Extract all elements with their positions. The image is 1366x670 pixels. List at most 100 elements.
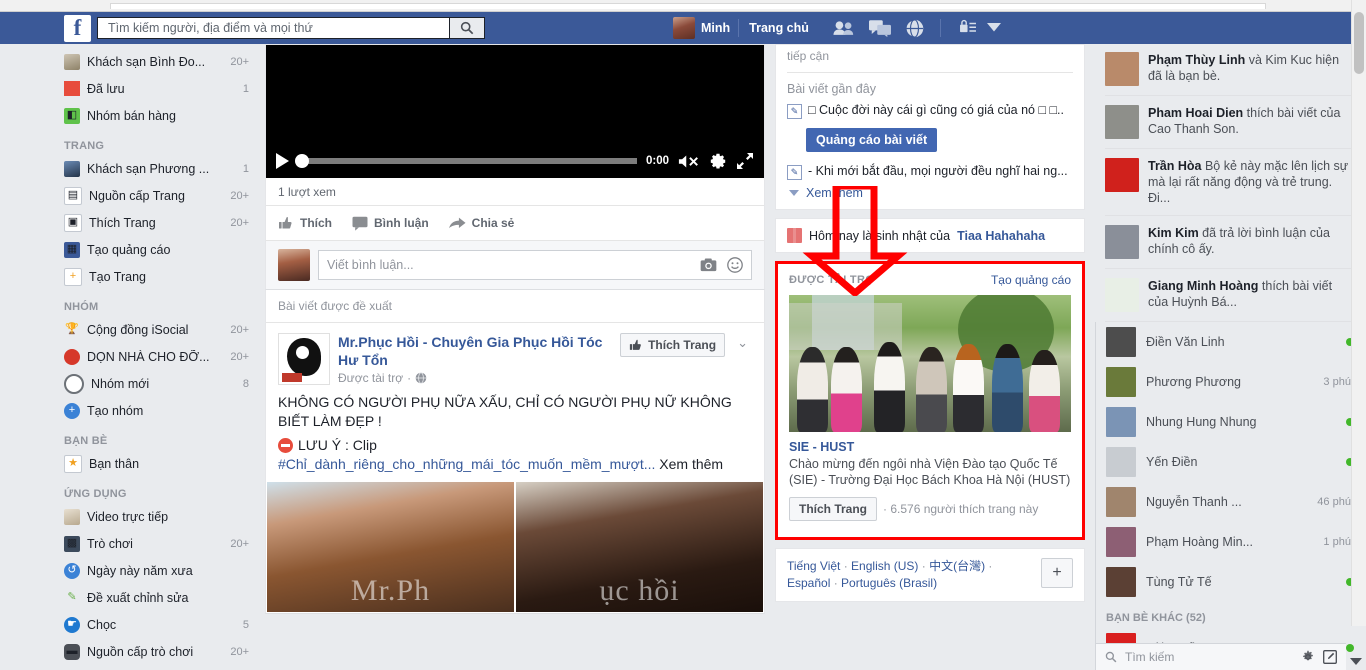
sidebar-item[interactable]: Video trực tiếp (0, 503, 265, 530)
search-input[interactable] (106, 20, 441, 36)
recent-post-item[interactable]: ✎ - Khi mới bắt đầu, mọi người đều nghĩ … (787, 163, 1073, 180)
sidebar-item[interactable]: 🏆 Cộng đồng iSocial 20+ (0, 316, 265, 343)
ticker-item[interactable]: Phạm Thùy Linh và Kim Kuc hiện đã là bạn… (1105, 44, 1352, 96)
language-link[interactable]: English (US) (851, 559, 918, 573)
language-link[interactable]: Português (Brasil) (841, 576, 937, 590)
photo-watermark: ục hồi (599, 574, 680, 607)
see-more-button[interactable]: Xem thêm (787, 186, 1073, 200)
image-person (873, 341, 905, 432)
chat-friend-item[interactable]: Phương Phương 3 phút (1096, 362, 1366, 402)
sidebar-item[interactable]: ☛ Chọc 5 (0, 611, 265, 638)
sidebar-section-header: NHÓM (64, 301, 99, 313)
sidebar-item[interactable]: + Tạo Trang (0, 263, 265, 290)
profile-link[interactable]: Minh (665, 16, 738, 40)
ticker-actor-name[interactable]: Phạm Thùy Linh (1148, 53, 1245, 67)
comment-action[interactable]: Bình luận (352, 212, 449, 234)
play-icon[interactable] (276, 153, 289, 169)
post-hashtag[interactable]: #Chỉ_dành_riêng_cho_những_mái_tóc_muốn_m… (278, 456, 655, 472)
emoji-icon[interactable] (727, 257, 743, 273)
recent-post-item[interactable]: ✎ □ Cuộc đời này cái gì cũng có giá của … (787, 102, 1073, 119)
ticker-item[interactable]: Giang Minh Hoàng thích bài viết của Huỳn… (1105, 269, 1352, 322)
ticker-item[interactable]: Trần Hòa Bộ kẻ này mặc lên lịch sự mà lạ… (1105, 149, 1352, 216)
like-page-button[interactable]: Thích Trang (620, 333, 726, 357)
ticker-item[interactable]: Pham Hoai Dien thích bài viết của Cao Th… (1105, 96, 1352, 149)
video-time: 0:00 (645, 155, 669, 167)
post-photo-after[interactable]: ục hồi (516, 482, 763, 612)
no-entry-icon (278, 438, 293, 453)
ad-like-page-button[interactable]: Thích Trang (789, 497, 878, 521)
chat-friend-item[interactable]: Nhung Hung Nhung (1096, 402, 1366, 442)
sidebar-item[interactable]: + Tạo nhóm (0, 397, 265, 424)
scrollbar-thumb[interactable] (1354, 12, 1364, 74)
search-button[interactable] (449, 17, 485, 39)
share-action[interactable]: Chia sẻ (448, 212, 535, 234)
chevron-down-icon[interactable]: ⌄ (733, 333, 752, 353)
sidebar-item[interactable]: ▣ Thích Trang 20+ (0, 209, 265, 236)
sponsored-ad-title[interactable]: SIE - HUST (789, 440, 1071, 454)
camera-icon[interactable] (700, 258, 717, 272)
recent-posts-title: Bài viết gần đây (787, 82, 876, 96)
notifications-globe-icon[interactable] (905, 18, 924, 38)
sidebar-item[interactable]: ▤ Nguồn cấp Trang 20+ (0, 182, 265, 209)
page-name[interactable]: Mr.Phục Hồi - Chuyên Gia Phục Hồi Tóc Hư… (338, 333, 612, 369)
fullscreen-icon[interactable] (736, 152, 754, 170)
create-ad-link[interactable]: Tạo quảng cáo (991, 273, 1071, 287)
sidebar-item[interactable]: ★ Bạn thân (0, 450, 265, 477)
sidebar-item[interactable]: Khách sạn Bình Đo... 20+ (0, 48, 265, 75)
chat-friend-item[interactable]: Tùng Tử Tế (1096, 562, 1366, 602)
sidebar-item[interactable]: DỌN NHÀ CHO ĐỠ... 20+ (0, 343, 265, 370)
ticker-actor-name[interactable]: Trần Hòa (1148, 159, 1202, 173)
page-scrollbar[interactable] (1351, 0, 1366, 626)
chat-friend-item[interactable]: Nguyễn Thanh ... 46 phút (1096, 482, 1366, 522)
scrubber-handle[interactable] (295, 154, 309, 168)
sidebar-item[interactable]: ▬ Nguồn cấp trò chơi 20+ (0, 638, 265, 665)
chat-friend-item[interactable]: Yến Điền (1096, 442, 1366, 482)
friend-requests-icon[interactable] (833, 20, 855, 36)
ticker-actor-name[interactable]: Pham Hoai Dien (1148, 106, 1243, 120)
sidebar-item[interactable]: ▩ Trò chơi 20+ (0, 530, 265, 557)
account-dropdown-icon[interactable] (986, 21, 1001, 35)
promote-post-button[interactable]: Quảng cáo bài viết (806, 128, 938, 152)
compose-icon[interactable] (1323, 650, 1337, 664)
chat-friend-item[interactable]: Điền Văn Linh (1096, 322, 1366, 362)
chat-friend-item[interactable]: Phạm Hoàng Min... 1 phút (1096, 522, 1366, 562)
sidebar-item[interactable]: Nhóm mới 8 (0, 370, 265, 397)
page-avatar[interactable] (278, 333, 330, 385)
mute-icon[interactable] (678, 154, 700, 169)
home-link[interactable]: Trang chủ (739, 21, 819, 35)
facebook-logo-icon[interactable]: f (64, 14, 91, 42)
sponsored-ad-image[interactable] (789, 295, 1071, 432)
add-language-button[interactable]: + (1041, 558, 1073, 588)
chat-search-placeholder[interactable]: Tìm kiếm (1125, 650, 1293, 664)
birthday-row[interactable]: Hôm nay là sinh nhật của Tiaa Hahahaha (787, 228, 1073, 243)
sidebar-item[interactable]: ✎ Đề xuất chỉnh sửa (0, 584, 265, 611)
sidebar-item-count: 1 (242, 82, 249, 95)
video-player[interactable]: 0:00 (266, 45, 764, 178)
post-text-line2-row: LƯU Ý : Clip (278, 436, 752, 455)
language-link[interactable]: 中文(台灣) (929, 559, 985, 573)
sidebar-item[interactable]: ◧ Nhóm bán hàng (0, 102, 265, 129)
sidebar-item[interactable]: Khách sạn Phương ... 1 (0, 155, 265, 182)
see-more-label: Xem thêm (806, 186, 863, 200)
birthday-name[interactable]: Tiaa Hahahaha (957, 229, 1045, 243)
comment-input[interactable]: Viết bình luận... (318, 250, 752, 280)
video-scrubber[interactable] (295, 154, 637, 168)
gear-icon[interactable] (1301, 650, 1315, 664)
search-box[interactable] (97, 17, 449, 39)
gear-icon[interactable] (709, 152, 727, 170)
language-link[interactable]: Español (787, 576, 830, 590)
caret-down-icon[interactable] (1350, 658, 1362, 665)
sidebar-item[interactable]: Đã lưu 1 (0, 75, 265, 102)
messages-icon[interactable] (868, 19, 891, 37)
ticker-actor-name[interactable]: Kim Kim (1148, 226, 1199, 240)
privacy-shortcuts-icon[interactable] (959, 19, 977, 37)
browser-url-bar[interactable] (110, 3, 1266, 9)
post-photo-before[interactable]: Mr.Ph (267, 482, 514, 612)
ticker-item[interactable]: Kim Kim đã trả lời bình luận của chính c… (1105, 216, 1352, 269)
sidebar-item[interactable]: ↺ Ngày này năm xưa (0, 557, 265, 584)
sidebar-item[interactable]: ▦ Tạo quảng cáo (0, 236, 265, 263)
ticker-actor-name[interactable]: Giang Minh Hoàng (1148, 279, 1258, 293)
like-action[interactable]: Thích (278, 212, 352, 234)
see-more-link[interactable]: Xem thêm (659, 456, 723, 472)
language-link[interactable]: Tiếng Việt (787, 559, 840, 573)
